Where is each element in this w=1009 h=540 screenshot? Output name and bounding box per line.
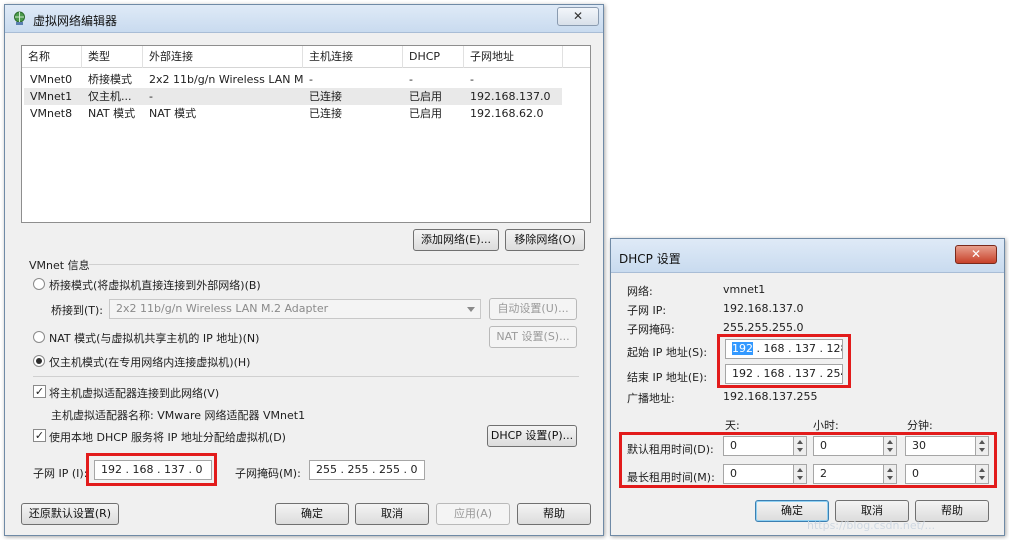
dhcp-subnet-ip-value: 192.168.137.0 [723, 302, 804, 315]
minutes-header: 分钟: [907, 419, 933, 432]
apply-button[interactable]: 应用(A) [436, 503, 510, 525]
connect-adapter-label[interactable]: 将主机虚拟适配器连接到此网络(V) [49, 385, 219, 401]
cell-type: NAT 模式 [88, 107, 136, 120]
ok-button[interactable]: 确定 [275, 503, 349, 525]
subnet-ip-label: 子网 IP (I): [33, 467, 88, 480]
use-dhcp-label[interactable]: 使用本地 DHCP 服务将 IP 地址分配给虚拟机(D) [49, 429, 286, 445]
help-button[interactable]: 帮助 [517, 503, 591, 525]
network-label: 网络: [627, 285, 653, 298]
bridge-adapter-value: 2x2 11b/g/n Wireless LAN M.2 Adapter [116, 302, 329, 315]
bridge-mode-radio[interactable] [33, 278, 45, 290]
table-row[interactable]: VMnet0 桥接模式 2x2 11b/g/n Wireless LAN M..… [24, 71, 562, 88]
window-title: 虚拟网络编辑器 [33, 14, 118, 28]
watermark-text: https://blog.csdn.net/... [807, 519, 936, 532]
nat-mode-label[interactable]: NAT 模式(与虚拟机共享主机的 IP 地址)(N) [49, 330, 259, 346]
auto-settings-button[interactable]: 自动设置(U)... [489, 298, 577, 320]
vmnet-info-heading: VMnet 信息 [29, 259, 90, 272]
cell-host: 已连接 [309, 107, 342, 120]
network-value: vmnet1 [723, 283, 766, 296]
group-divider [33, 376, 579, 377]
restore-defaults-button[interactable]: 还原默认设置(R) [21, 503, 119, 525]
cell-name: VMnet8 [30, 107, 73, 120]
app-globe-icon [12, 11, 27, 26]
highlight-box [86, 453, 217, 486]
col-header-type[interactable]: 类型 [82, 46, 143, 68]
bridge-mode-label[interactable]: 桥接模式(将虚拟机直接连接到外部网络)(B) [49, 277, 261, 293]
dhcp-window-title: DHCP 设置 [619, 252, 681, 266]
dhcp-close-button[interactable]: ✕ [955, 245, 997, 264]
dhcp-subnet-mask-label: 子网掩码: [627, 323, 675, 336]
group-divider [89, 264, 579, 265]
bridge-adapter-select[interactable]: 2x2 11b/g/n Wireless LAN M.2 Adapter [109, 299, 481, 319]
col-header-name[interactable]: 名称 [22, 46, 82, 68]
cell-external: NAT 模式 [149, 107, 197, 120]
dhcp-title-bar[interactable]: DHCP 设置 ✕ [611, 239, 1004, 273]
host-only-radio[interactable] [33, 355, 45, 367]
highlight-box [619, 432, 997, 488]
remove-network-button[interactable]: 移除网络(O) [505, 229, 585, 251]
close-icon: ✕ [970, 247, 982, 261]
cell-host: - [309, 73, 313, 86]
cell-subnet: 192.168.62.0 [470, 107, 544, 120]
dhcp-subnet-mask-value: 255.255.255.0 [723, 321, 804, 334]
nat-settings-button[interactable]: NAT 设置(S)... [489, 326, 577, 348]
nat-mode-radio[interactable] [33, 331, 45, 343]
start-ip-label: 起始 IP 地址(S): [627, 346, 708, 359]
bridge-to-label: 桥接到(T): [51, 304, 104, 317]
cell-dhcp: - [409, 73, 413, 86]
adapter-name-text: 主机虚拟适配器名称: VMware 网络适配器 VMnet1 [51, 409, 306, 422]
cell-type: 桥接模式 [88, 73, 132, 86]
cell-external: 2x2 11b/g/n Wireless LAN M... [149, 73, 303, 86]
cell-external: - [149, 90, 153, 103]
end-ip-label: 结束 IP 地址(E): [627, 371, 708, 384]
cell-subnet: 192.168.137.0 [470, 90, 551, 103]
col-header-external[interactable]: 外部连接 [143, 46, 303, 68]
subnet-mask-label: 子网掩码(M): [235, 467, 301, 480]
cell-subnet: - [470, 73, 474, 86]
cell-name: VMnet0 [30, 73, 73, 86]
cell-dhcp: 已启用 [409, 90, 442, 103]
dhcp-subnet-ip-label: 子网 IP: [627, 304, 667, 317]
cell-type: 仅主机... [88, 90, 132, 103]
close-icon: ✕ [572, 9, 584, 23]
chevron-down-icon [464, 302, 478, 316]
connect-adapter-checkbox[interactable]: ✓ [33, 385, 46, 398]
dhcp-settings-window: DHCP 设置 ✕ 网络: vmnet1 子网 IP: 192.168.137.… [610, 238, 1005, 536]
col-header-host[interactable]: 主机连接 [303, 46, 403, 68]
use-dhcp-checkbox[interactable]: ✓ [33, 429, 46, 442]
virtual-network-editor-window: 虚拟网络编辑器 ✕ 名称 类型 外部连接 主机连接 DHCP 子网地址 VMne… [4, 4, 604, 536]
broadcast-value: 192.168.137.255 [723, 390, 818, 403]
table-row[interactable]: VMnet1 仅主机... - 已连接 已启用 192.168.137.0 [24, 88, 562, 105]
close-button[interactable]: ✕ [557, 7, 599, 26]
cell-dhcp: 已启用 [409, 107, 442, 120]
add-network-button[interactable]: 添加网络(E)... [413, 229, 499, 251]
cell-host: 已连接 [309, 90, 342, 103]
cancel-button[interactable]: 取消 [355, 503, 429, 525]
title-bar[interactable]: 虚拟网络编辑器 ✕ [5, 5, 603, 33]
col-header-subnet[interactable]: 子网地址 [464, 46, 563, 68]
col-header-dhcp[interactable]: DHCP [403, 46, 464, 68]
network-list[interactable]: 名称 类型 外部连接 主机连接 DHCP 子网地址 VMnet0 桥接模式 2x… [21, 45, 591, 223]
hours-header: 小时: [813, 419, 839, 432]
subnet-mask-input[interactable]: 255 . 255 . 255 . 0 [309, 460, 425, 480]
host-only-label[interactable]: 仅主机模式(在专用网络内连接虚拟机)(H) [49, 354, 250, 370]
highlight-box [717, 334, 851, 388]
list-header: 名称 类型 外部连接 主机连接 DHCP 子网地址 [22, 46, 590, 68]
cell-name: VMnet1 [30, 90, 73, 103]
dhcp-settings-button[interactable]: DHCP 设置(P)... [487, 425, 577, 447]
days-header: 天: [725, 419, 740, 432]
table-row[interactable]: VMnet8 NAT 模式 NAT 模式 已连接 已启用 192.168.62.… [24, 105, 562, 122]
broadcast-label: 广播地址: [627, 392, 675, 405]
